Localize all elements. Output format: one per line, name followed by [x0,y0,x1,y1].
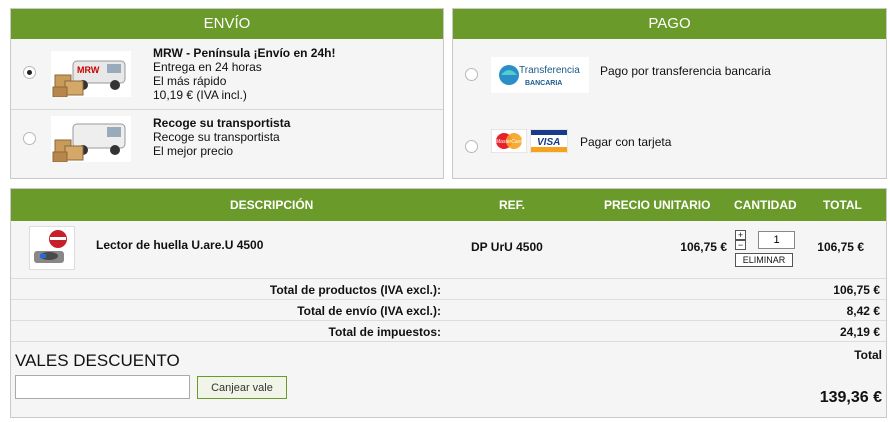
shipping-name: MRW - Península ¡Envío en 24h! [153,46,336,60]
payment-radio-transfer[interactable] [465,68,478,81]
voucher-title: VALES DESCUENTO [15,351,180,370]
product-unit-price: 106,75 € [680,240,727,254]
shipping-option-mrw[interactable]: MRW MRW - Península ¡Envío en 24h! Entre… [11,39,443,109]
grand-total-value: 139,36 € [819,389,882,406]
shipping-total-label: Total de envío (IVA excl.): [297,304,441,318]
quantity-decrease-button[interactable]: − [735,240,746,250]
payment-radio-card[interactable] [465,140,478,153]
shipping-detail: El mejor precio [153,144,234,158]
products-total-row: Total de productos (IVA excl.): 106,75 € [11,280,886,300]
shipping-option-carrier[interactable]: Recoge su transportista Recoge su transp… [11,109,443,179]
quantity-input[interactable] [758,231,795,249]
col-unit-price: PRECIO UNITARIO [604,198,711,212]
product-row: Lector de huella U.are.U 4500 DP UrU 450… [11,221,886,279]
shipping-total-value: 8,42 € [846,304,880,318]
shipping-detail: Entrega en 24 horas [153,60,262,74]
mrw-van-image: MRW [51,51,131,97]
shipping-panel: ENVÍO MRW MRW - Península ¡Envío en 24h!… [10,8,444,179]
remove-button[interactable]: ELIMINAR [735,253,793,267]
col-description: DESCRIPCIÓN [230,198,314,212]
transfer-logo: Transferencia BANCARIA [491,57,589,93]
shipping-title: ENVÍO [11,9,443,39]
col-ref: REF. [499,198,526,212]
payment-panel: PAGO Transferencia BANCARIA Pago por tra… [452,8,887,179]
visa-icon: VISA [529,128,569,154]
shipping-detail: Recoge su transportista [153,130,280,144]
svg-text:BANCARIA: BANCARIA [525,80,562,87]
product-name[interactable]: Lector de huella U.are.U 4500 [96,238,263,252]
mastercard-icon: MasterCard [490,128,528,154]
product-image[interactable] [29,226,75,270]
quantity-increase-button[interactable]: + [735,230,746,240]
shipping-total-row: Total de envío (IVA excl.): 8,42 € [11,301,886,321]
voucher-input[interactable] [15,375,190,399]
shipping-detail: El más rápido [153,74,227,88]
product-total: 106,75 € [817,240,864,254]
cart-header: DESCRIPCIÓN REF. PRECIO UNITARIO CANTIDA… [11,189,886,221]
shipping-price: 10,19 € (IVA incl.) [153,88,247,102]
tax-total-row: Total de impuestos: 24,19 € [11,322,886,342]
tax-total-value: 24,19 € [839,325,880,339]
shipping-name: Recoge su transportista [153,116,291,130]
shipping-radio-carrier[interactable] [23,132,36,145]
shipping-radio-mrw[interactable] [23,66,36,79]
cart-summary: DESCRIPCIÓN REF. PRECIO UNITARIO CANTIDA… [10,188,887,418]
payment-option-card[interactable]: MasterCard VISA Pagar con tarjeta [453,109,886,179]
transfer-logo-text: Transferencia [519,65,580,76]
grand-total-label: Total [854,348,882,362]
payment-title: PAGO [453,9,886,39]
col-quantity: CANTIDAD [734,198,797,212]
payment-label-card: Pagar con tarjeta [580,135,672,149]
tax-total-label: Total de impuestos: [328,325,441,339]
svg-text:VISA: VISA [537,137,560,148]
products-total-value: 106,75 € [833,283,880,297]
product-ref: DP UrU 4500 [471,240,543,254]
col-total: TOTAL [823,198,862,212]
payment-option-transfer[interactable]: Transferencia BANCARIA Pago por transfer… [453,39,886,109]
carrier-van-image [51,116,131,162]
payment-label-transfer: Pago por transferencia bancaria [600,64,771,78]
svg-text:MasterCard: MasterCard [496,139,522,145]
svg-text:MRW: MRW [77,65,100,75]
redeem-voucher-button[interactable]: Canjear vale [197,376,287,399]
products-total-label: Total de productos (IVA excl.): [269,283,441,297]
